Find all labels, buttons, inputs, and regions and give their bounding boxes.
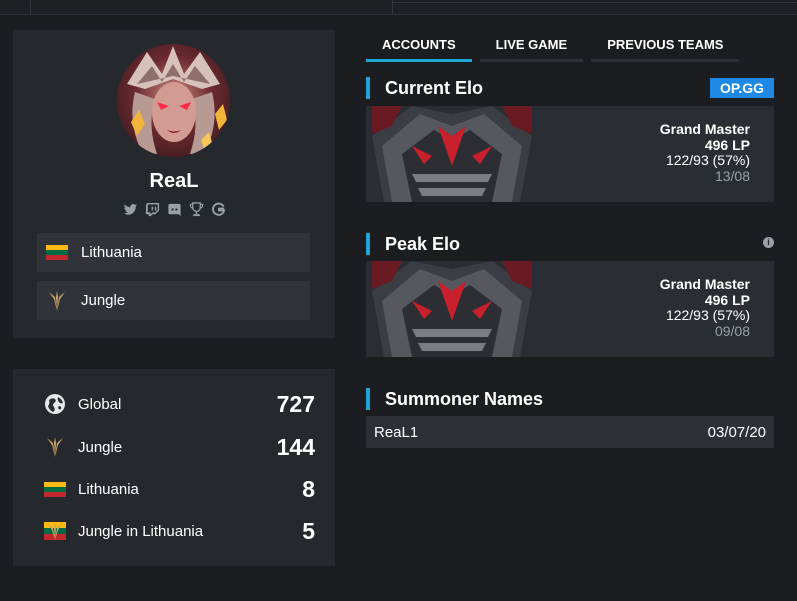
peak-elo-stats: Grand Master 496 LP 122/93 (57%) 09/08 [659,276,750,339]
top-bar-line [392,2,797,3]
elo-record: 122/93 (57%) [665,307,750,323]
top-bar [0,0,797,15]
opgg-button[interactable]: OP.GG [710,78,774,98]
elo-lp: 496 LP [704,136,750,153]
summoner-name-date: 03/07/20 [707,423,766,441]
player-avatar [117,44,230,157]
elo-tier: Grand Master [659,276,750,292]
gamepedia-icon[interactable] [211,202,226,217]
rank-value: 727 [276,390,315,417]
lithuania-flag-icon [43,477,67,501]
rank-row-country: Lithuania 8 [43,474,315,504]
rankings-panel: Global 727 Jungle 144 Lithuania 8 Jungle… [13,369,335,566]
peak-elo-card: Grand Master 496 LP 122/93 (57%) 09/08 [366,261,774,357]
lithuania-flag-icon [45,245,69,261]
current-elo-title: Current Elo [366,77,483,99]
elo-tier: Grand Master [659,121,750,137]
jungle-role-icon [43,435,67,459]
elo-record: 122/93 (57%) [665,152,750,168]
grandmaster-emblem-icon [372,106,532,202]
trophy-icon[interactable] [189,202,204,217]
current-elo-stats: Grand Master 496 LP 122/93 (57%) 13/08 [659,121,750,184]
player-username: ReaL [149,170,199,192]
current-elo-card: Grand Master 496 LP 122/93 (57%) 13/08 [366,106,774,202]
summoner-name: ReaL1 [374,423,419,441]
jungle-role-icon [45,290,69,311]
tab-live-game[interactable]: LIVE GAME [479,30,584,62]
discord-icon[interactable] [167,202,182,217]
role-row: Jungle [37,281,310,320]
info-icon[interactable]: i [763,237,774,248]
rank-row-jungle-country: Jungle in Lithuania 5 [43,516,315,546]
rank-label: Lithuania [78,480,139,498]
rank-row-jungle: Jungle 144 [43,432,315,462]
social-links [13,202,335,218]
role-label: Jungle [81,292,126,309]
rank-label: Jungle [78,438,123,456]
rank-row-global: Global 727 [43,389,315,419]
rank-value: 8 [302,475,315,502]
peak-elo-title: Peak Elo [366,233,460,255]
twitter-icon[interactable] [123,202,138,217]
tab-previous-teams[interactable]: PREVIOUS TEAMS [591,30,740,62]
twitch-icon[interactable] [145,202,160,217]
tab-accounts[interactable]: ACCOUNTS [366,30,472,62]
rank-value: 5 [302,517,315,544]
rank-value: 144 [276,433,315,460]
rank-label: Jungle in Lithuania [78,522,204,540]
elo-lp: 496 LP [704,291,750,308]
elo-date: 09/08 [714,322,750,339]
grandmaster-emblem-icon [372,261,532,357]
globe-icon [43,392,67,416]
tab-bar: ACCOUNTS LIVE GAME PREVIOUS TEAMS [366,30,740,62]
summoner-name-row: ReaL1 03/07/20 [366,416,774,448]
top-bar-divider [30,0,31,14]
jungle-lithuania-icon [43,519,67,543]
elo-date: 13/08 [714,167,750,184]
country-row: Lithuania [37,233,310,272]
profile-panel: ReaL Lithuania Jungle [13,30,335,338]
rank-label: Global [78,395,122,413]
summoner-names-title: Summoner Names [366,388,543,410]
country-label: Lithuania [81,244,142,261]
